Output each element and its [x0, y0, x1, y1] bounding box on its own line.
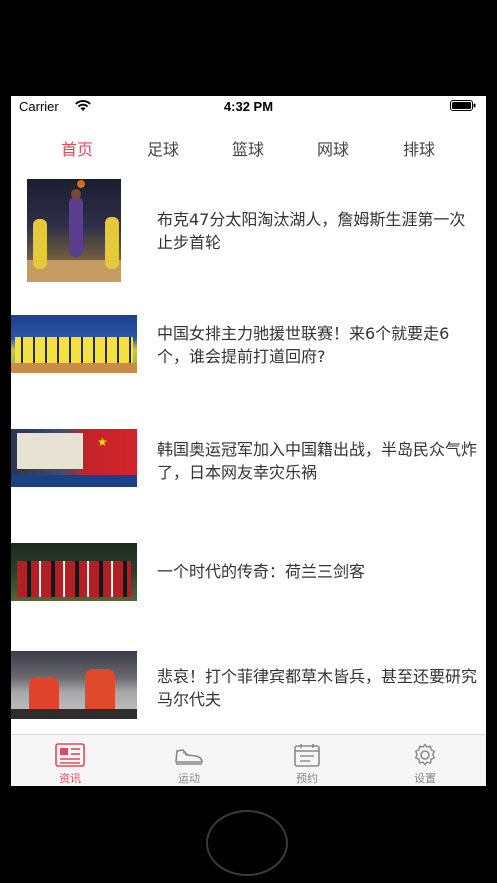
news-item[interactable]: 悲哀！打个菲律宾都草木皆兵，甚至还要研究马尔代夫	[11, 651, 486, 719]
battery-icon	[450, 100, 476, 111]
tabbar-item-news[interactable]: 资讯	[40, 735, 100, 786]
news-thumbnail	[11, 651, 137, 719]
calendar-icon	[294, 744, 320, 767]
tabbar-label: 资讯	[59, 772, 81, 785]
news-headline: 韩国奥运冠军加入中国籍出战，半岛民众气炸了，日本网友幸灾乐祸	[157, 440, 478, 482]
news-item[interactable]: 中国女排主力驰援世联赛！来6个就要走6个，谁会提前打道回府?	[11, 315, 486, 373]
news-thumbnail	[11, 543, 137, 601]
status-bar: Carrier 4:32 PM	[11, 96, 486, 116]
tab-home[interactable]: 首页	[47, 136, 107, 160]
news-thumbnail	[11, 315, 137, 373]
news-headline: 布克47分太阳淘汰湖人，詹姆斯生涯第一次止步首轮	[157, 210, 466, 252]
category-tabs: 首页 足球 篮球 网球 排球	[11, 136, 486, 166]
tabbar-label: 预约	[296, 772, 318, 785]
tabbar-label: 设置	[414, 772, 436, 785]
news-item[interactable]: 布克47分太阳淘汰湖人，詹姆斯生涯第一次止步首轮	[11, 179, 486, 282]
tab-football[interactable]: 足球	[133, 136, 193, 160]
tab-basketball[interactable]: 篮球	[218, 136, 278, 160]
bottom-tab-bar: 资讯 运动 预约 设置	[11, 734, 486, 786]
news-thumbnail: ★	[11, 429, 137, 487]
tabbar-item-settings[interactable]: 设置	[395, 735, 455, 786]
tabbar-label: 运动	[178, 772, 200, 785]
sneaker-icon	[175, 749, 203, 765]
news-headline: 一个时代的传奇：荷兰三剑客	[157, 562, 366, 581]
tab-tennis[interactable]: 网球	[303, 136, 363, 160]
news-icon	[55, 743, 85, 767]
home-button[interactable]	[206, 810, 288, 876]
news-headline: 中国女排主力驰援世联赛！来6个就要走6个，谁会提前打道回府?	[157, 324, 450, 366]
news-thumbnail	[27, 179, 121, 282]
news-item[interactable]: 一个时代的传奇：荷兰三剑客	[11, 543, 486, 601]
news-item[interactable]: ★ 韩国奥运冠军加入中国籍出战，半岛民众气炸了，日本网友幸灾乐祸	[11, 429, 486, 487]
phone-frame: Carrier 4:32 PM 首页 足球 篮球 网球 排球 布克47分太阳淘汰…	[0, 0, 497, 883]
tabbar-item-booking[interactable]: 预约	[277, 735, 337, 786]
tab-volleyball[interactable]: 排球	[389, 136, 449, 160]
news-headline: 悲哀！打个菲律宾都草木皆兵，甚至还要研究马尔代夫	[157, 667, 478, 709]
clock: 4:32 PM	[223, 99, 274, 114]
app-screen: Carrier 4:32 PM 首页 足球 篮球 网球 排球 布克47分太阳淘汰…	[11, 96, 486, 786]
gear-icon	[414, 743, 436, 766]
tabbar-item-sports[interactable]: 运动	[159, 735, 219, 786]
